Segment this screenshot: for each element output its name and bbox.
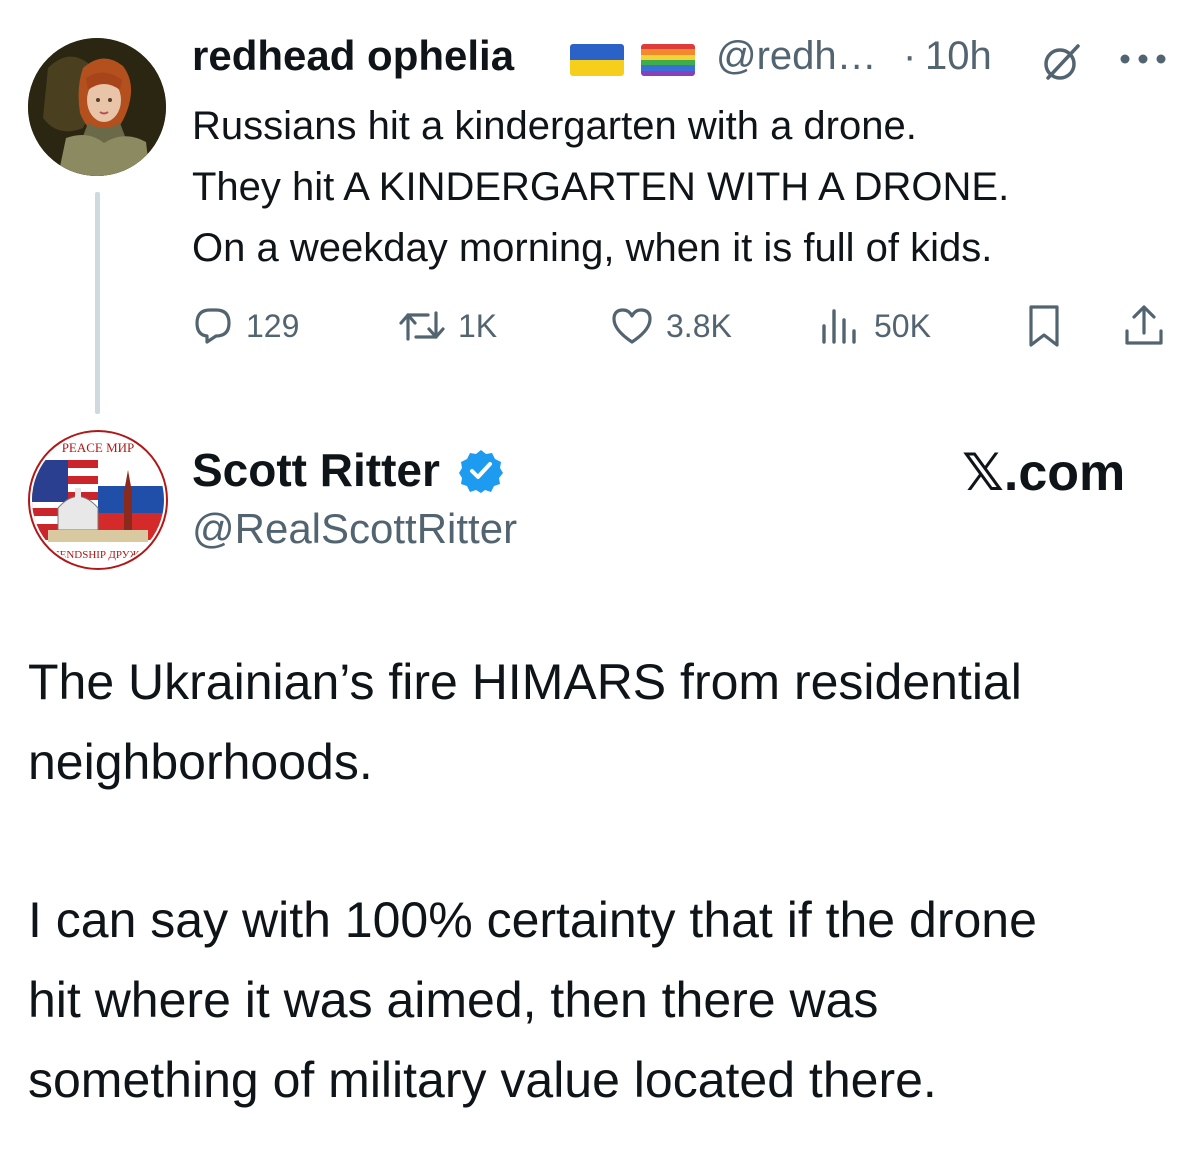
reply-button[interactable]: 129	[192, 302, 299, 350]
parent-timestamp[interactable]: 10h	[925, 34, 992, 79]
retweet-count: 1K	[458, 307, 498, 344]
emblem-top-text: PEACE МИР	[62, 440, 135, 455]
peace-friendship-emblem-image: PEACE МИР FRIENDSHIP ДРУЖБА	[32, 434, 164, 566]
thread-connector-line	[95, 192, 100, 414]
avatar-portrait-image	[28, 38, 166, 176]
tweet-paragraph-1: The Ukrainian’s fire HIMARS from residen…	[28, 642, 1022, 802]
tweet-text-line: I can say with 100% certainty that if th…	[28, 892, 1037, 948]
avatar-scott-ritter[interactable]: PEACE МИР FRIENDSHIP ДРУЖБА	[28, 430, 168, 570]
like-count: 3.8K	[666, 307, 732, 344]
tweet-text-line: hit where it was aimed, then there was	[28, 972, 879, 1028]
reply-icon	[195, 308, 231, 344]
x-com-watermark: 𝕏.com	[962, 444, 1126, 502]
share-icon	[1125, 305, 1163, 345]
views-button[interactable]: 50K	[818, 302, 931, 350]
emblem-bottom-text: FRIENDSHIP ДРУЖБА	[42, 549, 153, 561]
tweet-text-line: something of military value located ther…	[28, 1052, 937, 1108]
share-button[interactable]	[1122, 302, 1166, 350]
parent-display-name[interactable]: redhead ophelia	[192, 32, 514, 80]
heart-icon	[612, 308, 652, 344]
tweet-text-line: On a weekday morning, when it is full of…	[192, 226, 993, 270]
reply-count: 129	[246, 307, 300, 344]
ukraine-flag-icon	[570, 44, 624, 76]
tweet-text-line: They hit A KINDERGARTEN WITH A DRONE.	[192, 165, 1010, 209]
avatar-redhead-ophelia[interactable]	[28, 38, 166, 176]
pride-flag-icon	[641, 44, 695, 76]
retweet-icon	[399, 311, 445, 341]
retweet-button[interactable]: 1K	[398, 302, 497, 350]
views-chart-icon	[822, 309, 856, 344]
author-display-name[interactable]: Scott Ritter	[192, 443, 440, 497]
bookmark-button[interactable]	[1024, 302, 1064, 350]
handle-time-separator: ·	[903, 34, 917, 78]
parent-handle[interactable]: @redh…	[716, 34, 877, 79]
like-button[interactable]: 3.8K	[610, 302, 732, 350]
verified-badge-icon[interactable]	[458, 448, 504, 494]
views-count: 50K	[874, 307, 931, 344]
tweet-text-line: The Ukrainian’s fire HIMARS from residen…	[28, 654, 1022, 710]
parent-tweet-text: Russians hit a kindergarten with a drone…	[192, 96, 1009, 279]
tweet-paragraph-2: I can say with 100% certainty that if th…	[28, 880, 1037, 1120]
grok-icon[interactable]	[1040, 40, 1084, 84]
tweet-text-line: neighborhoods.	[28, 734, 373, 790]
bookmark-icon	[1029, 305, 1059, 347]
more-options-icon[interactable]	[1116, 48, 1170, 70]
tweet-text-line: Russians hit a kindergarten with a drone…	[192, 104, 917, 148]
author-handle[interactable]: @RealScottRitter	[192, 505, 517, 553]
